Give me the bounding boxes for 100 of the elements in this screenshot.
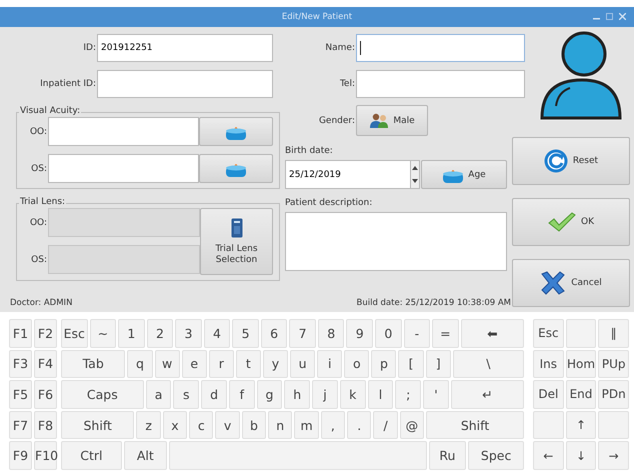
keyboard-key[interactable]: v (215, 410, 240, 440)
keyboard-key[interactable]: F6 (34, 380, 57, 409)
trial-lens-selection-button[interactable]: Trial Lens Selection (200, 208, 273, 275)
keyboard-key[interactable]: j (312, 380, 338, 409)
keyboard-key[interactable]: b (242, 410, 266, 440)
blank-key[interactable] (598, 410, 630, 440)
keyboard-key[interactable]: ; (395, 380, 422, 409)
keyboard-key[interactable]: Shift (61, 410, 134, 440)
keyboard-key[interactable]: Esc (61, 319, 88, 348)
keyboard-key[interactable]: q (127, 350, 152, 378)
keyboard-key[interactable]: Shift (426, 410, 524, 440)
keyboard-key[interactable]: PDn (598, 380, 630, 409)
name-field[interactable] (356, 34, 525, 62)
keyboard-key[interactable]: 4 (204, 319, 230, 348)
close-icon[interactable] (619, 13, 626, 20)
keyboard-key[interactable]: F2 (34, 319, 57, 348)
ok-button[interactable]: OK (512, 198, 630, 246)
keyboard-key[interactable]: End (566, 380, 596, 409)
keyboard-key[interactable]: t (236, 350, 261, 378)
keyboard-key[interactable]: u (290, 350, 316, 378)
description-field[interactable] (285, 212, 507, 271)
keyboard-key[interactable]: 6 (260, 319, 288, 348)
keyboard-key[interactable]: 7 (289, 319, 316, 348)
keyboard-key[interactable]: F8 (34, 410, 57, 440)
keyboard-key[interactable]: PUp (598, 350, 630, 378)
keyboard-key[interactable]: Hom (566, 350, 596, 378)
maximize-icon[interactable] (606, 13, 613, 20)
keyboard-key[interactable]: i (317, 350, 342, 378)
keyboard-key[interactable]: ‖ (598, 319, 630, 348)
gender-button[interactable]: Male (356, 105, 428, 136)
keyboard-key[interactable]: Ins (533, 350, 564, 378)
keyboard-key[interactable]: g (256, 380, 282, 409)
keyboard-key[interactable]: 8 (318, 319, 344, 348)
keyboard-key[interactable]: a (146, 380, 172, 409)
keyboard-key[interactable]: ↵ (450, 380, 524, 409)
keyboard-key[interactable]: → (598, 441, 630, 470)
acuity-field[interactable] (48, 117, 200, 146)
keyboard-key[interactable]: \ (452, 350, 524, 378)
keyboard-key[interactable]: = (432, 319, 459, 348)
keyboard-key[interactable]: x (162, 410, 188, 440)
keyboard-key[interactable]: y (262, 350, 288, 378)
keyboard-key[interactable]: o (344, 350, 370, 378)
keyboard-key[interactable]: s (173, 380, 200, 409)
keyboard-key[interactable]: ← (533, 441, 564, 470)
age-button[interactable]: Age (421, 160, 507, 189)
keyboard-key[interactable]: F9 (9, 441, 32, 470)
keyboard-key[interactable]: f (228, 380, 255, 409)
keyboard-key[interactable]: F3 (9, 350, 32, 378)
cancel-button[interactable]: Cancel (512, 259, 630, 307)
keyboard-key[interactable]: ] (426, 350, 451, 378)
keyboard-key[interactable]: n (268, 410, 292, 440)
keyboard-key[interactable]: k (340, 380, 366, 409)
keyboard-key[interactable]: 1 (118, 319, 145, 348)
keyboard-key[interactable]: F7 (9, 410, 32, 440)
spin-up-icon[interactable] (412, 166, 418, 170)
keyboard-key[interactable]: Del (533, 380, 564, 409)
reset-button[interactable]: Reset (512, 137, 630, 185)
keyboard-key[interactable]: m (294, 410, 319, 440)
keyboard-key[interactable]: e (182, 350, 207, 378)
keyboard-key[interactable]: z (136, 410, 161, 440)
keyboard-key[interactable]: Tab (61, 350, 126, 378)
space-key[interactable] (168, 441, 426, 470)
date-field[interactable]: 25/12/2019 (285, 160, 410, 189)
keyboard-key[interactable]: Caps (61, 380, 144, 409)
keyboard-key[interactable]: ~ (90, 319, 116, 348)
keyboard-key[interactable]: F4 (34, 350, 57, 378)
spin-down-icon[interactable] (412, 179, 418, 184)
keyboard-key[interactable]: l (368, 380, 394, 409)
keyboard-key[interactable]: 0 (375, 319, 402, 348)
keyboard-key[interactable]: Ru (428, 441, 466, 470)
blank-key[interactable] (533, 410, 564, 440)
blank-key[interactable] (566, 319, 596, 348)
keyboard-key[interactable]: ↓ (566, 441, 596, 470)
keyboard-key[interactable]: Esc (533, 319, 564, 348)
acuity-test-button[interactable] (199, 117, 273, 146)
keyboard-key[interactable]: 2 (146, 319, 174, 348)
acuity-test-button[interactable] (199, 154, 273, 183)
keyboard-key[interactable]: Spec (468, 441, 524, 470)
keyboard-key[interactable]: r (208, 350, 234, 378)
keyboard-key[interactable]: [ (398, 350, 424, 378)
keyboard-key[interactable]: 9 (346, 319, 374, 348)
keyboard-key[interactable]: w (154, 350, 180, 378)
keyboard-key[interactable]: ⬅ (460, 319, 524, 348)
keyboard-key[interactable]: F10 (34, 441, 57, 470)
keyboard-key[interactable]: F5 (9, 380, 32, 409)
keyboard-key[interactable]: p (371, 350, 396, 378)
id-field[interactable]: 201912251 (97, 34, 273, 62)
keyboard-key[interactable]: Ctrl (61, 441, 122, 470)
spin-box[interactable] (410, 160, 420, 189)
tel-field[interactable] (356, 70, 525, 98)
keyboard-key[interactable]: ↑ (566, 410, 596, 440)
keyboard-key[interactable]: Alt (124, 441, 167, 470)
keyboard-key[interactable]: - (404, 319, 430, 348)
acuity-field[interactable] (48, 154, 200, 183)
keyboard-key[interactable]: , (320, 410, 346, 440)
keyboard-key[interactable]: c (189, 410, 214, 440)
keyboard-key[interactable]: . (347, 410, 372, 440)
keyboard-key[interactable]: d (201, 380, 227, 409)
keyboard-key[interactable]: ' (423, 380, 449, 409)
keyboard-key[interactable]: F1 (9, 319, 32, 348)
